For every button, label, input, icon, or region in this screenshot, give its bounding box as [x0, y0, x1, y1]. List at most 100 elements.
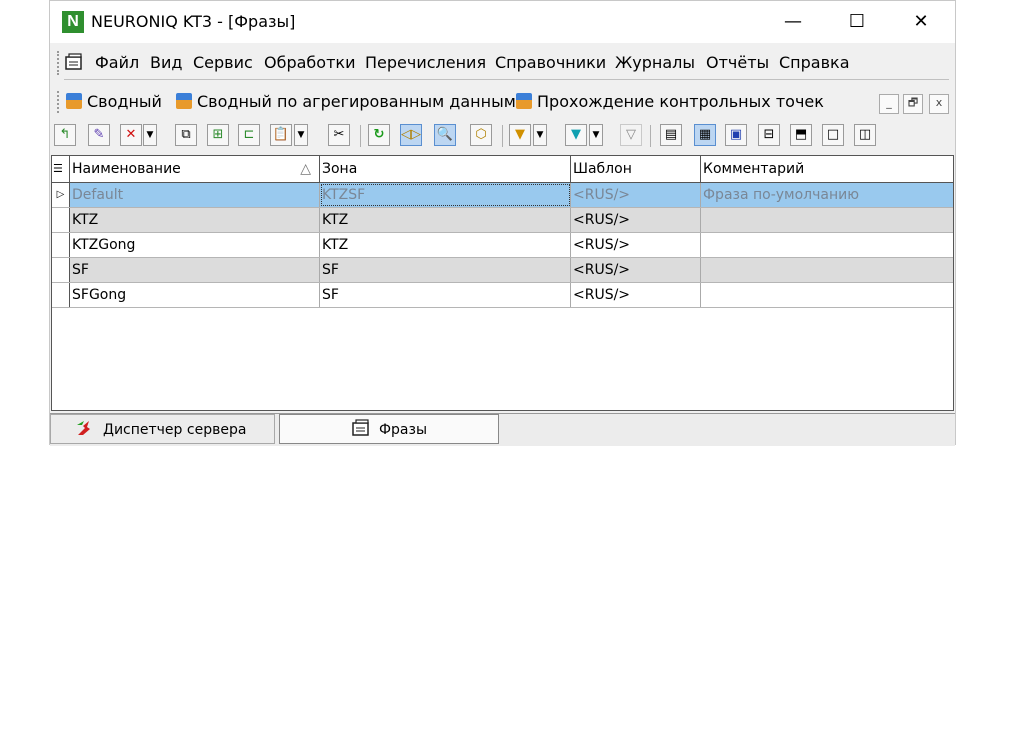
menu-processing[interactable]: Обработки	[264, 53, 355, 72]
cell-zone[interactable]: SF	[320, 258, 571, 282]
close-button[interactable]: ✕	[898, 1, 944, 43]
cell-zone[interactable]: KTZSF	[320, 183, 571, 207]
grid-header: ☰ Наименование △ Зона Шаблон Комментарий	[52, 156, 953, 183]
scissors-icon: ✂	[333, 127, 345, 142]
column-chooser-icon[interactable]: ☰	[52, 156, 70, 182]
split-vertical-button[interactable]: ◫	[854, 124, 876, 146]
cell-comment[interactable]	[701, 233, 953, 257]
menu-references[interactable]: Справочники	[495, 53, 606, 72]
menu-file[interactable]: Файл	[95, 53, 139, 72]
refresh-button[interactable]: ↻	[368, 124, 390, 146]
menubar-divider	[64, 79, 949, 80]
menu-service[interactable]: Сервис	[193, 53, 253, 72]
find-button[interactable]: 🔍	[434, 124, 456, 146]
cell-template[interactable]: <RUS/>	[571, 183, 701, 207]
quickbar-grip[interactable]	[57, 91, 62, 113]
table-row[interactable]: KTZGong KTZ <RUS/>	[52, 233, 953, 258]
grid-view-button[interactable]: ▦	[694, 124, 716, 146]
delete-record-button[interactable]: ✕	[120, 124, 142, 146]
filter-cyan-dropdown-button[interactable]: ▼	[589, 124, 603, 146]
cell-comment[interactable]	[701, 283, 953, 307]
cell-zone[interactable]: KTZ	[320, 233, 571, 257]
menu-journals[interactable]: Журналы	[615, 53, 695, 72]
tab-server-dispatcher[interactable]: Диспетчер сервера	[50, 414, 275, 444]
filter-button[interactable]: ▼	[509, 124, 531, 146]
filter-cyan-button[interactable]: ▼	[565, 124, 587, 146]
cell-name[interactable]: SF	[70, 258, 320, 282]
add-record-button[interactable]: ↰	[54, 124, 76, 146]
filter-icon: ▼	[571, 127, 581, 142]
copy-icon: ⧉	[181, 127, 191, 142]
cell-name[interactable]: KTZGong	[70, 233, 320, 257]
report-chart-icon	[516, 93, 532, 109]
app-window: N NEURONIQ KT3 - [Фразы] — ☐ ✕ Файл Вид …	[49, 0, 956, 446]
cut-button[interactable]: ✂	[328, 124, 350, 146]
menu-reports[interactable]: Отчёты	[706, 53, 769, 72]
table-row[interactable]: SF SF <RUS/>	[52, 258, 953, 283]
mdi-close-button[interactable]: x	[929, 94, 949, 114]
column-header-template[interactable]: Шаблон	[571, 156, 701, 182]
paste-dropdown-button[interactable]: ▼	[294, 124, 308, 146]
cell-comment[interactable]	[701, 208, 953, 232]
layout-icon: ▤	[664, 127, 678, 142]
paste-button[interactable]: 📋	[270, 124, 292, 146]
cell-template[interactable]: <RUS/>	[571, 233, 701, 257]
maximize-button[interactable]: ☐	[834, 1, 880, 43]
table-row[interactable]: KTZ KTZ <RUS/>	[52, 208, 953, 233]
menu-view[interactable]: Вид	[150, 53, 182, 72]
report-aggregated-button[interactable]: Сводный по агрегированным данным	[176, 92, 516, 111]
calendar-icon: ▣	[729, 127, 743, 142]
report-summary-button[interactable]: Сводный	[66, 92, 162, 111]
add-child-button[interactable]: ⊞	[207, 124, 229, 146]
chevron-down-icon: ▼	[297, 130, 305, 140]
phrases-grid: ☰ Наименование △ Зона Шаблон Комментарий…	[51, 155, 954, 411]
clear-filter-button[interactable]: ▽	[620, 124, 642, 146]
minimize-button[interactable]: —	[770, 1, 816, 43]
filter-dropdown-button[interactable]: ▼	[533, 124, 547, 146]
collapse-view-button[interactable]: ⊟	[758, 124, 780, 146]
database-button[interactable]: ⬡	[470, 124, 492, 146]
view-options-button[interactable]: ▤	[660, 124, 682, 146]
report-checkpoints-label: Прохождение контрольных точек	[537, 92, 824, 111]
server-dispatcher-icon	[77, 421, 90, 435]
hierarchy-button[interactable]: ⊏	[238, 124, 260, 146]
tab-phrases-label: Фразы	[378, 422, 427, 438]
cell-comment[interactable]	[701, 258, 953, 282]
mdi-restore-button[interactable]: 🗗	[903, 94, 923, 114]
dash-box-icon: ⊟	[763, 127, 775, 142]
link-button[interactable]: ◁▷	[400, 124, 422, 146]
paste-icon: 📋	[272, 127, 290, 142]
cell-template[interactable]: <RUS/>	[571, 208, 701, 232]
cell-name[interactable]: SFGong	[70, 283, 320, 307]
menubar-grip[interactable]	[57, 51, 62, 75]
column-header-comment[interactable]: Комментарий	[701, 156, 953, 182]
copy-record-button[interactable]: ⧉	[175, 124, 197, 146]
report-checkpoints-button[interactable]: Прохождение контрольных точек	[516, 92, 824, 111]
split-vertical-icon: ◫	[858, 127, 872, 142]
cell-zone[interactable]: SF	[320, 283, 571, 307]
tree-add-icon: ⊞	[212, 127, 224, 142]
cell-name[interactable]: KTZ	[70, 208, 320, 232]
report-summary-label: Сводный	[87, 92, 162, 111]
mdi-minimize-button[interactable]: _	[879, 94, 899, 114]
cell-template[interactable]: <RUS/>	[571, 258, 701, 282]
cell-template[interactable]: <RUS/>	[571, 283, 701, 307]
report-aggregated-label: Сводный по агрегированным данным	[197, 92, 516, 111]
menu-help[interactable]: Справка	[779, 53, 850, 72]
title-bar[interactable]: N NEURONIQ KT3 - [Фразы] — ☐ ✕	[50, 1, 955, 43]
cell-comment[interactable]: Фраза по-умолчанию	[701, 183, 953, 207]
cell-zone[interactable]: KTZ	[320, 208, 571, 232]
split-horizontal-button[interactable]: ⬒	[790, 124, 812, 146]
cell-name[interactable]: Default	[70, 183, 320, 207]
grid-icon: ▦	[698, 127, 712, 142]
column-header-zone[interactable]: Зона	[320, 156, 571, 182]
menu-enumerations[interactable]: Перечисления	[365, 53, 486, 72]
calendar-view-button[interactable]: ▣	[725, 124, 747, 146]
column-header-name[interactable]: Наименование △	[70, 156, 320, 182]
delete-dropdown-button[interactable]: ▼	[143, 124, 157, 146]
single-pane-button[interactable]: □	[822, 124, 844, 146]
table-row[interactable]: SFGong SF <RUS/>	[52, 283, 953, 308]
tab-phrases[interactable]: Фразы	[279, 414, 499, 444]
table-row[interactable]: ▷ Default KTZSF <RUS/> Фраза по-умолчани…	[52, 183, 953, 208]
edit-record-button[interactable]: ✎	[88, 124, 110, 146]
